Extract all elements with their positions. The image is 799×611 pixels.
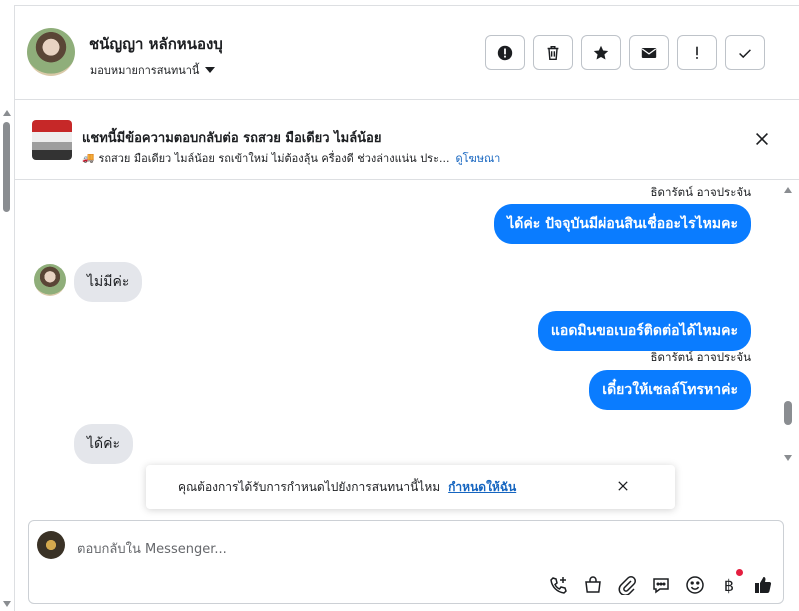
- reply-composer[interactable]: ตอบกลับใน Messenger... ฿: [28, 520, 784, 604]
- ad-description-row: 🚚 รถสวย มือเดียว ไมล์น้อย รถเข้าใหม่ ไม่…: [82, 149, 500, 167]
- paperclip-icon: [618, 576, 636, 595]
- assign-prompt-text: คุณต้องการได้รับการกำหนดไปยังการสนทนานี้…: [178, 479, 441, 494]
- close-icon[interactable]: [753, 130, 771, 148]
- left-scrollbar[interactable]: [0, 100, 14, 611]
- call-button[interactable]: [549, 575, 569, 595]
- scroll-up-arrow-icon[interactable]: [784, 187, 792, 193]
- alert-circle-icon: [497, 45, 513, 60]
- ad-title: แชทนี้มีข้อความตอบกลับต่อ รถสวย มือเดียว…: [82, 131, 382, 146]
- contact-avatar[interactable]: [27, 28, 75, 76]
- star-button[interactable]: [581, 35, 621, 70]
- caret-down-icon: [205, 67, 216, 73]
- exclamation-icon: [696, 46, 698, 59]
- scroll-up-arrow-icon[interactable]: [3, 110, 11, 116]
- ad-description: รถสวย มือเดียว ไมล์น้อย รถเข้าใหม่ ไม่ต้…: [98, 152, 450, 165]
- truck-icon: 🚚: [82, 152, 95, 164]
- shop-button[interactable]: [583, 575, 603, 595]
- close-icon[interactable]: [616, 479, 630, 493]
- spam-button[interactable]: [485, 35, 525, 70]
- view-ad-link[interactable]: ดูโฆษณา: [455, 149, 500, 167]
- ad-banner: แชทนี้มีข้อความตอบกลับต่อ รถสวย มือเดียว…: [15, 100, 799, 180]
- conversation-panel: ชนัญญา หลักหนองบุ มอบหมายการสนทนานี้ แชท…: [14, 5, 799, 611]
- sender-name: ธิดารัตน์ อาจประจัน: [650, 350, 751, 364]
- assign-to-me-link[interactable]: กำหนดให้ฉัน: [448, 478, 516, 497]
- outgoing-message[interactable]: แอดมินขอเบอร์ติดต่อได้ไหมคะ: [537, 311, 751, 351]
- attach-button[interactable]: [617, 575, 637, 595]
- check-icon: [739, 48, 751, 58]
- done-button[interactable]: [725, 35, 765, 70]
- trash-icon: [547, 45, 559, 60]
- chat-bubble-icon: [653, 578, 669, 594]
- outgoing-message[interactable]: เดี๋ยวให้เซลล์โทรหาค่ะ: [589, 370, 751, 410]
- ad-thumbnail[interactable]: [32, 120, 72, 160]
- payment-button[interactable]: ฿: [719, 569, 743, 595]
- incoming-message[interactable]: ได้ค่ะ: [74, 424, 134, 464]
- reply-input[interactable]: ตอบกลับใน Messenger...: [77, 538, 227, 559]
- sender-name: ธิดารัตน์ อาจประจัน: [650, 185, 751, 199]
- thread-scrollbar[interactable]: [783, 181, 793, 461]
- thumbs-up-icon: [755, 577, 772, 593]
- scroll-thumb[interactable]: [784, 401, 792, 425]
- message-thread[interactable]: ธิดารัตน์ อาจประจัน ได้ค่ะ ปัจจุบันมีผ่อ…: [15, 181, 799, 516]
- follow-up-button[interactable]: [677, 35, 717, 70]
- baht-icon: ฿: [723, 575, 735, 595]
- page-avatar: [37, 531, 65, 559]
- envelope-icon: [641, 47, 657, 58]
- header-actions: [485, 35, 765, 70]
- emoji-button[interactable]: [685, 575, 705, 595]
- phone-plus-icon: [550, 577, 567, 594]
- outgoing-message[interactable]: ได้ค่ะ ปัจจุบันมีผ่อนสินเชื่ออะไรไหมคะ: [494, 204, 751, 244]
- mark-unread-button[interactable]: [629, 35, 669, 70]
- like-button[interactable]: [753, 575, 773, 595]
- assign-prompt-toast: คุณต้องการได้รับการกำหนดไปยังการสนทนานี้…: [146, 465, 675, 509]
- conversation-header: ชนัญญา หลักหนองบุ มอบหมายการสนทนานี้: [15, 5, 799, 100]
- notification-dot: [736, 569, 743, 576]
- assign-conversation-dropdown[interactable]: มอบหมายการสนทนานี้: [90, 61, 216, 79]
- smiley-icon: [686, 576, 704, 594]
- scroll-thumb[interactable]: [3, 122, 10, 212]
- assign-label: มอบหมายการสนทนานี้: [90, 64, 200, 77]
- contact-name[interactable]: ชนัญญา หลักหนองบุ: [89, 32, 223, 56]
- incoming-message[interactable]: ไม่มีค่ะ: [74, 262, 143, 302]
- scroll-down-arrow-icon[interactable]: [3, 601, 11, 607]
- contact-avatar-small: [34, 264, 66, 296]
- shopping-bag-icon: [585, 576, 601, 593]
- composer-tools: ฿: [549, 569, 773, 595]
- saved-replies-button[interactable]: [651, 575, 671, 595]
- star-icon: [593, 45, 609, 59]
- delete-button[interactable]: [533, 35, 573, 70]
- scroll-down-arrow-icon[interactable]: [784, 455, 792, 461]
